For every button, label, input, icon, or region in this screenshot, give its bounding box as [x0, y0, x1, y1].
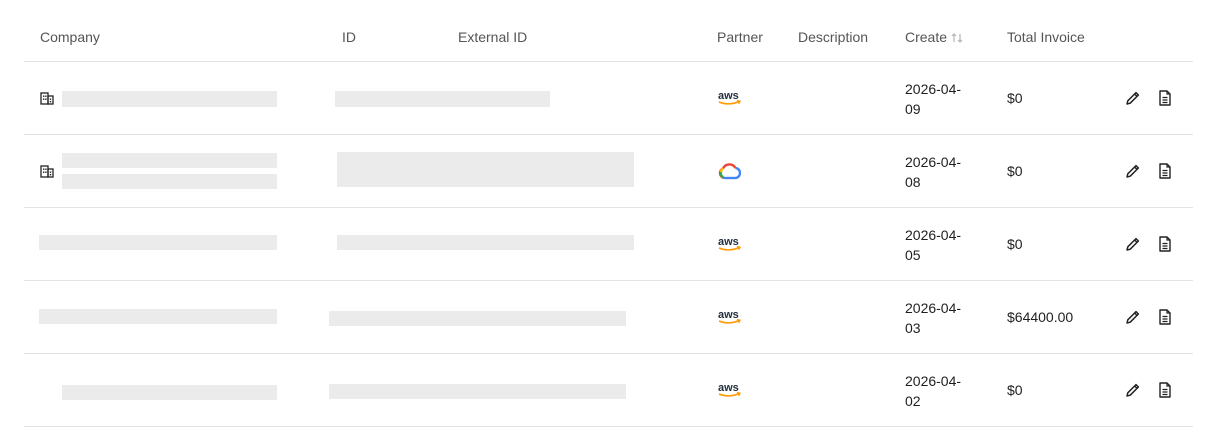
company-name-redacted — [39, 235, 277, 250]
aws-logo: aws — [717, 308, 743, 329]
company-name-redacted — [62, 385, 277, 400]
create-date-line1: 2026-04- — [905, 81, 962, 97]
column-header-external-id[interactable]: External ID — [458, 29, 527, 45]
id-redacted — [337, 152, 634, 187]
aws-logo-text: aws — [718, 236, 739, 248]
aws-logo-text: aws — [718, 90, 739, 102]
column-header-description[interactable]: Description — [798, 29, 868, 45]
total-invoice: $64400.00 — [1007, 309, 1074, 325]
create-date-line2: 09 — [905, 101, 921, 117]
create-date-line1: 2026-04- — [905, 373, 962, 389]
column-header-total-invoice[interactable]: Total Invoice — [1007, 29, 1085, 45]
google-cloud-logo — [717, 162, 743, 183]
document-icon[interactable] — [1156, 162, 1174, 180]
create-date-line1: 2026-04- — [905, 227, 962, 243]
create-date: 2026-04- 03 — [905, 298, 975, 338]
table-row[interactable]: aws 2026-04- 09 $0 — [24, 62, 1193, 135]
companies-table: Company ID External ID Partner Descripti… — [24, 0, 1193, 427]
pencil-icon[interactable] — [1124, 308, 1142, 326]
column-header-create-label: Create — [905, 29, 948, 45]
create-date-line1: 2026-04- — [905, 300, 962, 316]
table-header: Company ID External ID Partner Descripti… — [24, 0, 1193, 62]
table-row[interactable]: aws 2026-04- 03 $64400.00 — [24, 281, 1193, 354]
column-header-company[interactable]: Company — [40, 29, 100, 45]
pencil-icon[interactable] — [1124, 381, 1142, 399]
table-row[interactable]: 2026-04- 08 $0 — [24, 135, 1193, 208]
create-date: 2026-04- 08 — [905, 152, 975, 192]
total-invoice: $0 — [1007, 382, 1023, 398]
id-redacted — [335, 91, 550, 107]
column-header-id[interactable]: ID — [342, 29, 356, 45]
aws-logo: aws — [717, 235, 743, 256]
id-redacted — [337, 235, 634, 250]
create-date: 2026-04- 05 — [905, 225, 975, 265]
pencil-icon[interactable] — [1124, 235, 1142, 253]
company-name-redacted — [39, 309, 277, 324]
document-icon[interactable] — [1156, 381, 1174, 399]
aws-logo-text: aws — [718, 382, 739, 394]
table-row[interactable]: aws 2026-04- 05 $0 — [24, 208, 1193, 281]
company-name-redacted — [62, 174, 277, 189]
pencil-icon[interactable] — [1124, 89, 1142, 107]
id-redacted — [329, 311, 626, 326]
sort-icon[interactable] — [951, 32, 963, 44]
pencil-icon[interactable] — [1124, 162, 1142, 180]
aws-logo: aws — [717, 89, 743, 110]
aws-logo-text: aws — [718, 309, 739, 321]
create-date-line1: 2026-04- — [905, 154, 962, 170]
building-icon — [40, 165, 54, 178]
building-icon — [40, 92, 54, 105]
document-icon[interactable] — [1156, 308, 1174, 326]
create-date: 2026-04- 09 — [905, 79, 975, 119]
create-date-line2: 08 — [905, 174, 921, 190]
id-redacted — [329, 384, 626, 399]
column-header-partner[interactable]: Partner — [717, 29, 763, 45]
create-date-line2: 02 — [905, 393, 921, 409]
create-date-line2: 03 — [905, 320, 921, 336]
total-invoice: $0 — [1007, 236, 1023, 252]
create-date: 2026-04- 02 — [905, 371, 975, 411]
total-invoice: $0 — [1007, 90, 1023, 106]
document-icon[interactable] — [1156, 235, 1174, 253]
create-date-line2: 05 — [905, 247, 921, 263]
company-name-redacted — [62, 91, 277, 107]
company-name-redacted — [62, 153, 277, 168]
document-icon[interactable] — [1156, 89, 1174, 107]
aws-logo: aws — [717, 381, 743, 402]
column-header-create[interactable]: Create — [905, 29, 963, 45]
total-invoice: $0 — [1007, 163, 1023, 179]
table-row[interactable]: aws 2026-04- 02 $0 — [24, 354, 1193, 427]
